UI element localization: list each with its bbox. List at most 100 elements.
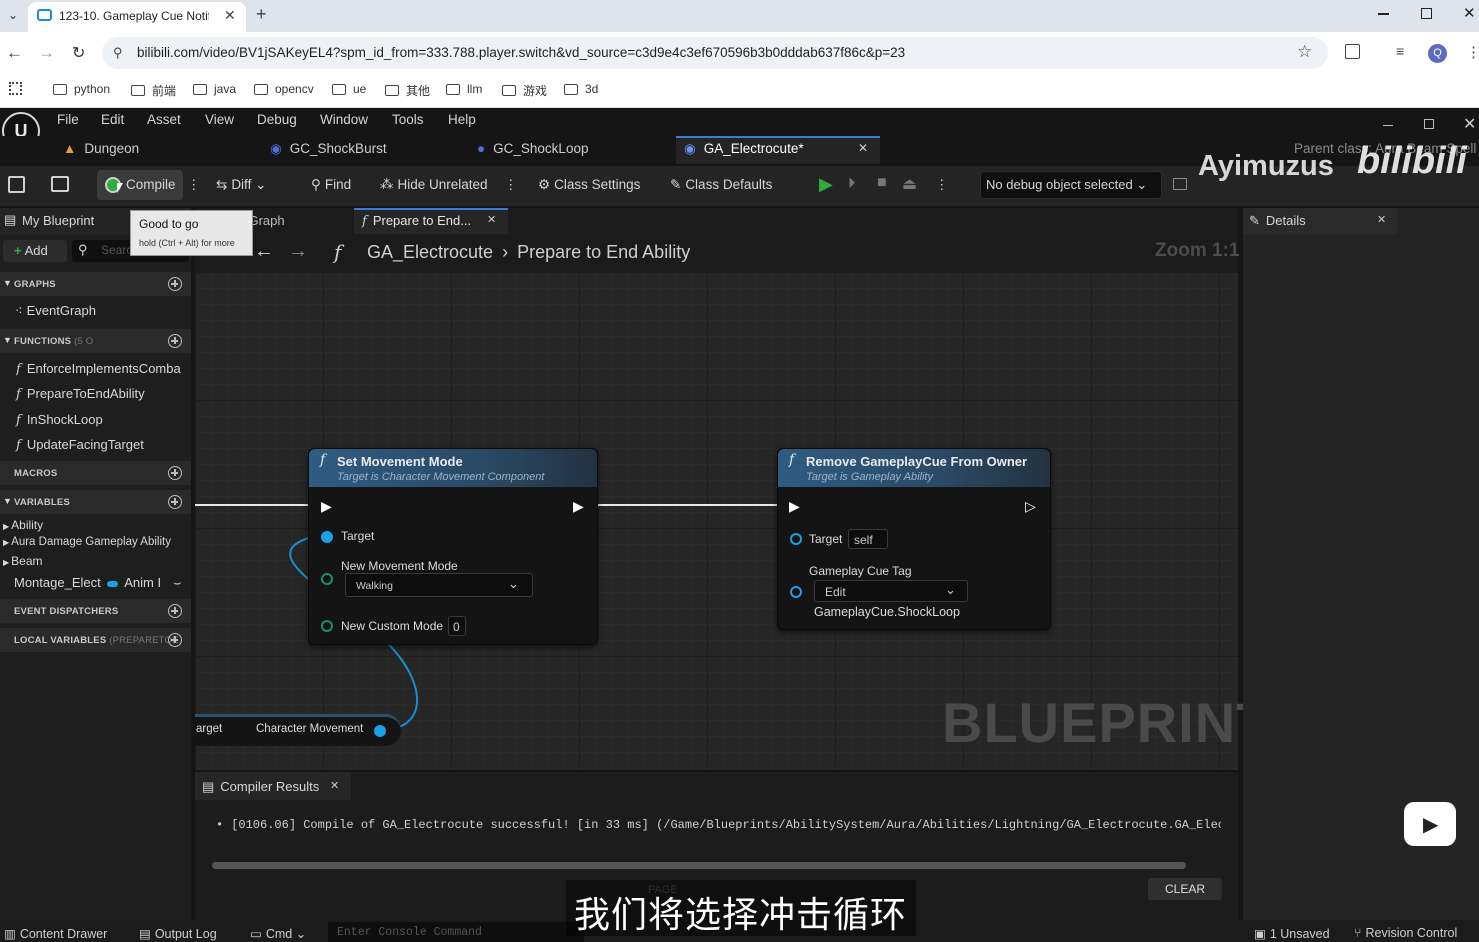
- add-local-variable-icon[interactable]: [168, 633, 182, 647]
- movement-mode-select[interactable]: Walking ⌄: [345, 573, 533, 597]
- exec-out-pin-icon[interactable]: ▶: [573, 498, 584, 515]
- maximize-icon[interactable]: [1421, 8, 1432, 19]
- custom-mode-input[interactable]: 0: [448, 616, 466, 636]
- function-item[interactable]: f InShockLoop: [16, 412, 103, 428]
- tab-close-icon[interactable]: ✕: [858, 141, 868, 155]
- bookmark-ue[interactable]: ue: [332, 82, 366, 96]
- bilibili-tv-icon[interactable]: ▶: [1404, 802, 1456, 846]
- eye-icon[interactable]: ⌣: [173, 575, 182, 591]
- bookmark-star-icon[interactable]: ☆: [1297, 42, 1312, 62]
- debug-filter-icon[interactable]: [1173, 178, 1187, 190]
- menu-tools[interactable]: Tools: [392, 112, 424, 127]
- function-item[interactable]: f EnforceImplementsComba: [16, 361, 190, 377]
- event-graph-item[interactable]: ⁖ EventGraph: [15, 303, 96, 319]
- content-drawer-button[interactable]: ▥ Content Drawer: [4, 926, 107, 941]
- bookmark-llm[interactable]: llm: [446, 82, 482, 96]
- hide-unrelated-button[interactable]: ⁂ Hide Unrelated: [380, 177, 488, 193]
- site-info-icon[interactable]: ⚲: [113, 45, 123, 61]
- output-log-button[interactable]: ▤ Output Log: [139, 926, 217, 941]
- clear-button[interactable]: CLEAR: [1148, 878, 1222, 900]
- menu-window[interactable]: Window: [320, 112, 368, 127]
- revision-control-button[interactable]: ⑂ Revision Control: [1354, 926, 1457, 940]
- horizontal-scrollbar[interactable]: [212, 862, 1186, 869]
- url-text[interactable]: bilibili.com/video/BV1jSAKeyEL4?spm_id_f…: [137, 45, 905, 60]
- menu-asset[interactable]: Asset: [147, 112, 181, 127]
- forward-icon[interactable]: →: [38, 43, 55, 63]
- menu-view[interactable]: View: [205, 112, 234, 127]
- menu-debug[interactable]: Debug: [257, 112, 297, 127]
- class-defaults-button[interactable]: ✎ Class Defaults: [670, 177, 772, 193]
- output-pin-icon[interactable]: [374, 725, 386, 737]
- breadcrumb-root[interactable]: GA_Electrocute: [367, 242, 493, 262]
- add-dispatcher-icon[interactable]: [168, 604, 182, 618]
- target-pin-icon[interactable]: [790, 533, 802, 545]
- apps-grid-icon[interactable]: [9, 82, 22, 95]
- tab-close-icon[interactable]: ✕: [487, 213, 496, 226]
- exec-in-pin-icon[interactable]: ▶: [321, 498, 332, 515]
- nav-forward-icon[interactable]: →: [288, 240, 308, 263]
- diff-button[interactable]: ⇆ Diff ⌄: [216, 177, 266, 193]
- tab-gc-shockburst[interactable]: ◉ GC_ShockBurst: [270, 141, 387, 157]
- add-function-icon[interactable]: [168, 334, 182, 348]
- node-remove-gameplaycue[interactable]: f Remove GameplayCue From Owner Target i…: [777, 448, 1051, 630]
- ue-restore-icon[interactable]: [1424, 119, 1434, 129]
- profile-avatar[interactable]: Q: [1428, 44, 1447, 63]
- function-item[interactable]: f PrepareToEndAbility: [16, 386, 145, 402]
- more-menu-icon[interactable]: ⋮: [1466, 43, 1479, 61]
- play-icon[interactable]: ▶: [819, 174, 833, 195]
- bookmark-games[interactable]: 游戏: [502, 82, 547, 99]
- compile-options-icon[interactable]: ⋮: [187, 177, 201, 193]
- function-item[interactable]: f UpdateFacingTarget: [16, 437, 144, 453]
- variable-item[interactable]: Montage_Elect Anim I: [14, 575, 161, 590]
- save-icon[interactable]: [8, 176, 25, 193]
- bookmark-python[interactable]: python: [53, 82, 110, 96]
- node-set-movement-mode[interactable]: f Set Movement Mode Target is Character …: [308, 448, 598, 645]
- add-variable-icon[interactable]: [168, 495, 182, 509]
- tab-list-button[interactable]: ⌄: [4, 6, 22, 24]
- back-icon[interactable]: ←: [6, 43, 23, 63]
- ue-minimize-icon[interactable]: [1383, 125, 1393, 126]
- breadcrumb-leaf[interactable]: Prepare to End Ability: [517, 242, 690, 262]
- bookmark-frontend[interactable]: 前端: [131, 82, 176, 99]
- debug-options-icon[interactable]: ⋮: [935, 177, 949, 193]
- tab-dungeon[interactable]: ▲ Dungeon: [63, 141, 139, 156]
- media-icon[interactable]: ≡: [1396, 43, 1404, 59]
- eject-icon[interactable]: ⏏: [902, 174, 917, 194]
- tab-close-icon[interactable]: ✕: [1377, 213, 1386, 226]
- class-settings-button[interactable]: ⚙ Class Settings: [538, 177, 640, 193]
- stop-icon[interactable]: ■: [877, 174, 887, 192]
- find-button[interactable]: ⚲ Find: [311, 177, 351, 193]
- tab-gc-shockloop[interactable]: ● GC_ShockLoop: [477, 141, 588, 156]
- gameplay-cue-tag-edit[interactable]: Edit ⌄: [814, 580, 968, 602]
- variable-group[interactable]: ▶ Beam: [3, 554, 43, 568]
- ue-close-icon[interactable]: ✕: [1463, 114, 1476, 134]
- browse-icon[interactable]: [51, 176, 69, 192]
- target-pin-icon[interactable]: [321, 531, 333, 543]
- more-options-icon[interactable]: ⋮: [504, 177, 518, 193]
- tab-close-icon[interactable]: ✕: [330, 779, 339, 792]
- add-macro-icon[interactable]: [168, 466, 182, 480]
- bookmark-java[interactable]: java: [193, 82, 236, 96]
- struct-pin-icon[interactable]: [790, 586, 802, 598]
- menu-help[interactable]: Help: [448, 112, 476, 127]
- step-icon[interactable]: ⏵: [848, 175, 856, 192]
- variable-group[interactable]: ▶ Aura Damage Gameplay Ability: [3, 536, 171, 548]
- nav-back-icon[interactable]: ←: [254, 240, 274, 263]
- menu-file[interactable]: File: [57, 112, 79, 127]
- exec-out-pin-icon[interactable]: ▷: [1025, 498, 1036, 515]
- unsaved-indicator[interactable]: ▣ 1 Unsaved: [1254, 926, 1330, 941]
- browser-tab[interactable]: 123-10. Gameplay Cue Notif ✕: [28, 2, 246, 32]
- reload-icon[interactable]: ↻: [72, 43, 85, 63]
- extensions-icon[interactable]: [1345, 44, 1360, 59]
- target-self-value[interactable]: self: [848, 529, 888, 549]
- minimize-icon[interactable]: [1378, 13, 1389, 15]
- new-tab-button[interactable]: +: [256, 4, 267, 25]
- variable-group[interactable]: ▶ Ability: [3, 518, 43, 532]
- menu-edit[interactable]: Edit: [101, 112, 124, 127]
- window-close-icon[interactable]: ✕: [1463, 4, 1476, 22]
- byte-pin-icon[interactable]: [321, 620, 333, 632]
- add-graph-icon[interactable]: [168, 277, 182, 291]
- exec-in-pin-icon[interactable]: ▶: [789, 498, 800, 515]
- enum-pin-icon[interactable]: [321, 573, 333, 585]
- bookmark-other[interactable]: 其他: [385, 82, 430, 99]
